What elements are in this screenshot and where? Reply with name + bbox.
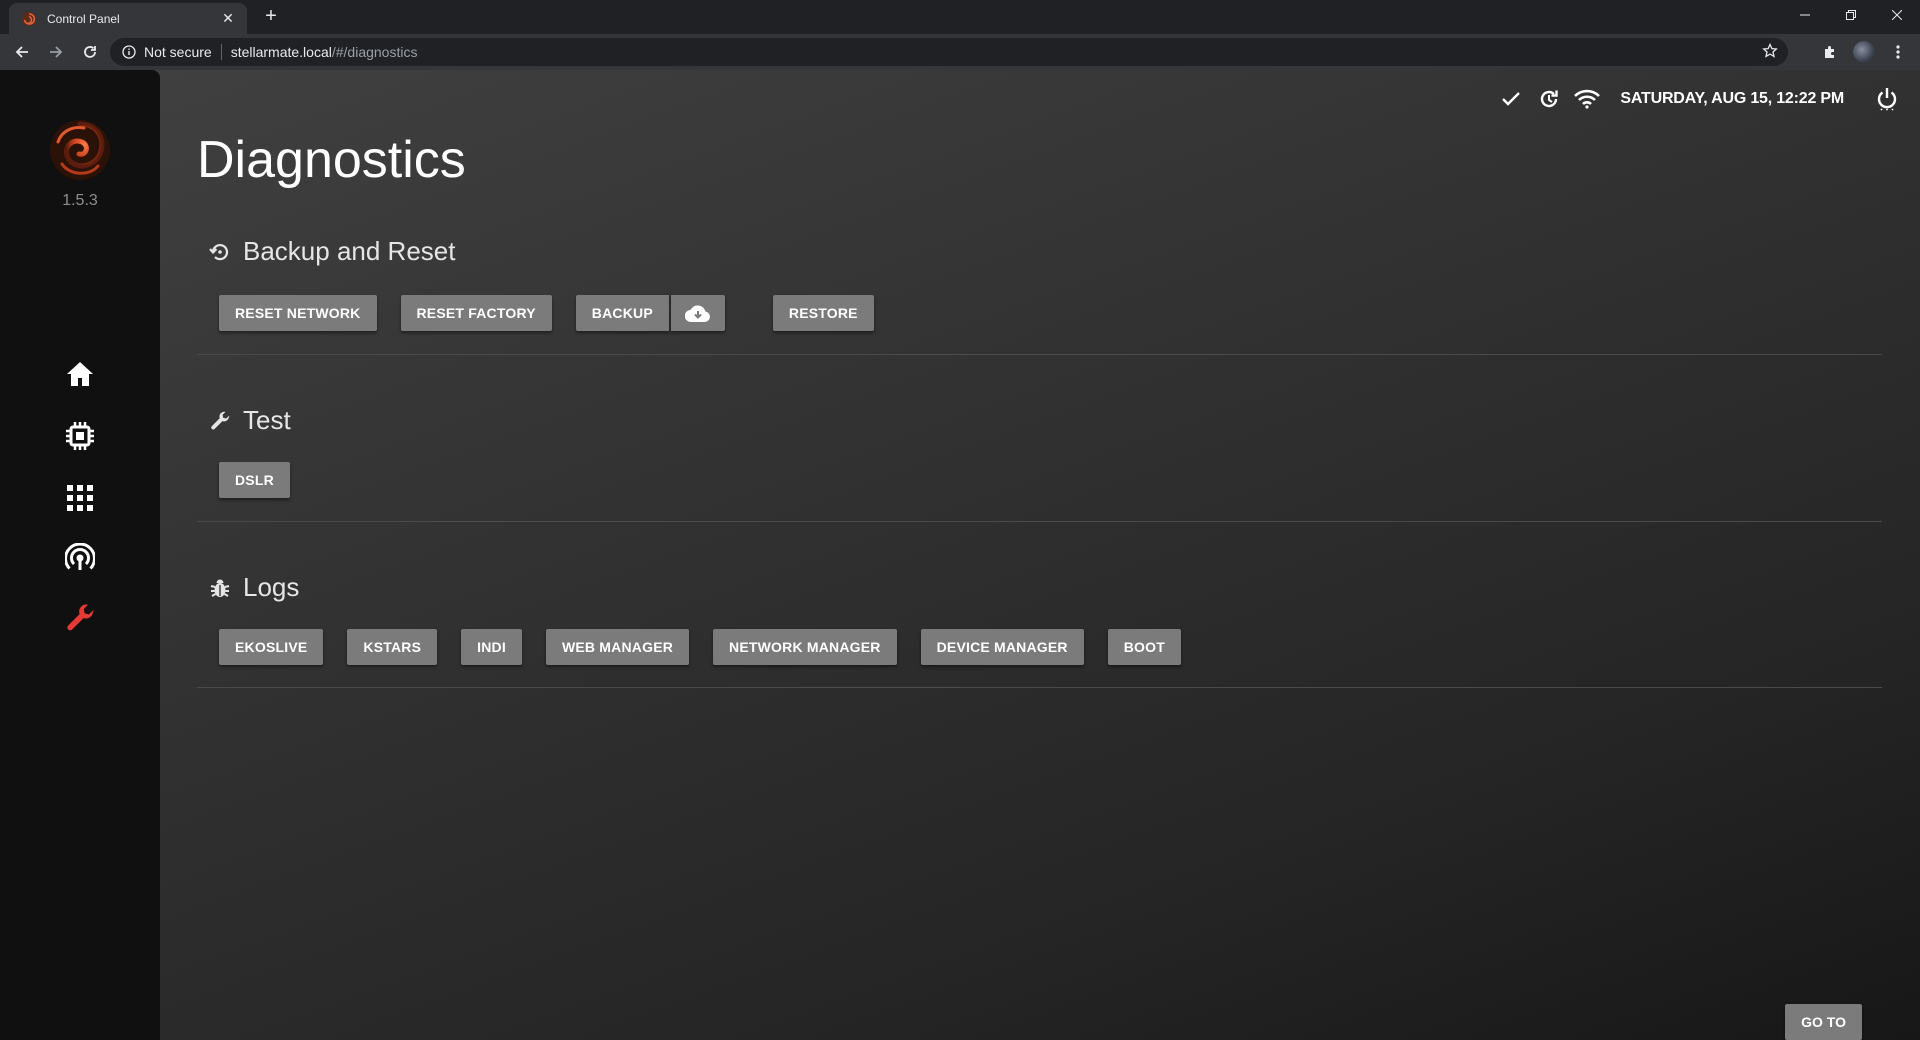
backup-button[interactable]: BACKUP — [575, 295, 669, 331]
test-header: Test — [207, 405, 291, 436]
dslr-test-button[interactable]: DSLR — [219, 462, 290, 498]
status-bar: SATURDAY, AUG 15, 12:22 PM — [1492, 84, 1920, 114]
cloud-download-button[interactable] — [670, 295, 725, 331]
goto-button[interactable]: GO TO — [1785, 1004, 1862, 1040]
sidebar-item-apps[interactable] — [60, 478, 100, 518]
backup-reset-title: Backup and Reset — [243, 236, 456, 266]
bug-icon — [207, 575, 233, 601]
browser-tabstrip: Control Panel ✕ + — [0, 0, 1920, 34]
security-label: Not secure — [144, 44, 212, 60]
home-icon — [67, 362, 93, 386]
sidebar-item-network[interactable] — [60, 538, 100, 578]
info-icon[interactable] — [122, 45, 136, 59]
profile-avatar[interactable] — [1852, 38, 1876, 66]
bookmark-star-icon[interactable] — [1762, 42, 1778, 64]
device-manager-log-button[interactable]: DEVICE MANAGER — [920, 629, 1084, 665]
avatar-image — [1853, 41, 1875, 63]
browser-toolbar: Not secure stellarmate.local/#/diagnosti… — [0, 34, 1920, 70]
backup-reset-buttons: RESET NETWORK RESET FACTORY BACKUP RESTO… — [219, 295, 898, 331]
wifi-icon[interactable] — [1568, 84, 1606, 114]
network-manager-log-button[interactable]: NETWORK MANAGER — [713, 629, 897, 665]
tab-close-icon[interactable]: ✕ — [219, 10, 237, 27]
minimize-icon[interactable] — [1782, 0, 1828, 30]
reset-factory-button[interactable]: RESET FACTORY — [400, 295, 552, 331]
page-title: Diagnostics — [197, 131, 466, 189]
logs-section: Logs EKOSLIVE KSTARS INDI WEB MANAGER NE… — [197, 522, 1882, 688]
stellarmate-favicon-icon — [22, 11, 36, 26]
stellarmate-logo-icon — [50, 120, 110, 180]
toolbar-actions — [1818, 38, 1910, 66]
omnibox-divider — [220, 44, 222, 60]
indi-log-button[interactable]: INDI — [461, 629, 522, 665]
url-host: stellarmate.local — [230, 44, 332, 60]
app-root: 1.5.3 SATURDAY, AUG 15, 12:22 PM Diagnos… — [0, 70, 1920, 1040]
address-bar[interactable]: Not secure stellarmate.local/#/diagnosti… — [110, 38, 1788, 66]
logs-buttons: EKOSLIVE KSTARS INDI WEB MANAGER NETWORK… — [219, 629, 1205, 665]
restore-icon — [207, 239, 233, 265]
browser-menu-icon[interactable] — [1886, 38, 1910, 66]
back-icon[interactable] — [6, 38, 38, 66]
test-buttons: DSLR — [219, 462, 314, 498]
update-icon[interactable] — [1530, 84, 1568, 114]
hotspot-icon — [65, 543, 95, 570]
logs-header: Logs — [207, 572, 299, 603]
chip-icon — [66, 422, 94, 450]
tab-title: Control Panel — [47, 11, 120, 26]
restore-window-icon[interactable] — [1828, 0, 1874, 30]
check-icon[interactable] — [1492, 84, 1530, 114]
new-tab-button[interactable]: + — [260, 6, 282, 28]
forward-icon[interactable] — [40, 38, 72, 66]
sidebar-item-diagnostics[interactable] — [60, 598, 100, 638]
reload-icon[interactable] — [74, 38, 106, 66]
window-controls — [1782, 0, 1920, 30]
logs-title: Logs — [243, 572, 300, 602]
power-icon[interactable] — [1868, 84, 1906, 114]
ekoslive-log-button[interactable]: EKOSLIVE — [219, 629, 324, 665]
wrench-icon — [67, 604, 94, 631]
test-title: Test — [243, 405, 291, 435]
close-window-icon[interactable] — [1874, 0, 1920, 30]
wrench-icon — [207, 408, 233, 434]
backup-reset-section: Backup and Reset RESET NETWORK RESET FAC… — [197, 230, 1882, 355]
url-path: /#/diagnostics — [331, 44, 418, 60]
backup-reset-header: Backup and Reset — [207, 236, 455, 267]
browser-tab[interactable]: Control Panel ✕ — [9, 3, 247, 34]
test-section: Test DSLR — [197, 355, 1882, 522]
restore-button[interactable]: RESTORE — [772, 295, 874, 331]
datetime-display: SATURDAY, AUG 15, 12:22 PM — [1620, 90, 1844, 107]
cloud-download-icon — [684, 305, 710, 322]
web-manager-log-button[interactable]: WEB MANAGER — [545, 629, 690, 665]
kstars-log-button[interactable]: KSTARS — [347, 629, 438, 665]
reset-network-button[interactable]: RESET NETWORK — [219, 295, 377, 331]
boot-log-button[interactable]: BOOT — [1107, 629, 1181, 665]
sidebar: 1.5.3 — [0, 70, 160, 1040]
app-version: 1.5.3 — [62, 192, 98, 209]
grid-icon — [67, 485, 93, 511]
extensions-icon[interactable] — [1818, 38, 1842, 66]
sidebar-item-devices[interactable] — [60, 416, 100, 456]
sidebar-item-home[interactable] — [60, 354, 100, 394]
